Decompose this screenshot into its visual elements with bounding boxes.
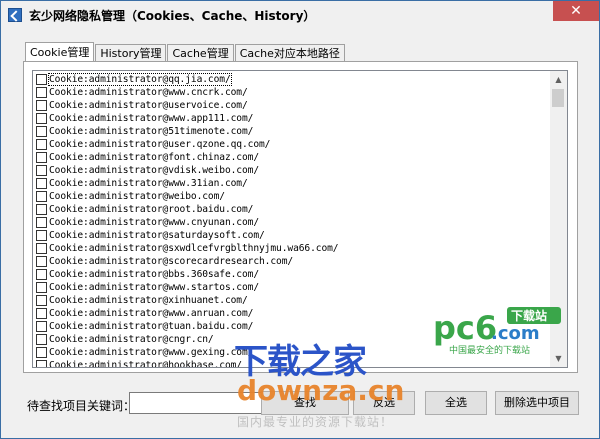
cookie-checkbox[interactable] <box>36 139 47 150</box>
downza-watermark-url: downza.cn <box>237 374 405 407</box>
cookie-checkbox[interactable] <box>36 165 47 176</box>
cookie-entry-text: Cookie:administrator@cngr.cn/ <box>49 334 214 345</box>
cookie-checkbox[interactable] <box>36 347 47 358</box>
cookie-row[interactable]: Cookie:administrator@scorecardresearch.c… <box>36 255 293 268</box>
cookie-row[interactable]: Cookie:administrator@www.31ian.com/ <box>36 177 248 190</box>
cookie-row[interactable]: Cookie:administrator@weibo.com/ <box>36 190 225 203</box>
cookie-entry-text: Cookie:administrator@uservoice.com/ <box>49 100 248 111</box>
search-label: 待查找项目关键词： <box>27 399 136 413</box>
cookie-row[interactable]: Cookie:administrator@www.gexing.com/ <box>36 346 253 359</box>
cookie-entry-text: Cookie:administrator@bbs.360safe.com/ <box>49 269 260 280</box>
cookie-entry-text: Cookie:administrator@sxwdlcefvrgblthnyjm… <box>49 243 339 254</box>
tab-cache[interactable]: Cache管理 <box>167 44 234 61</box>
tab-history[interactable]: History管理 <box>95 44 167 61</box>
cookie-entry-text: Cookie:administrator@saturdaysoft.com/ <box>49 230 265 241</box>
cookie-row[interactable]: Cookie:administrator@cngr.cn/ <box>36 333 214 346</box>
cookie-row[interactable]: Cookie:administrator@user.qzone.qq.com/ <box>36 138 270 151</box>
cookie-checkbox[interactable] <box>36 204 47 215</box>
cookie-entry-text: Cookie:administrator@www.startos.com/ <box>49 282 260 293</box>
close-button[interactable]: ✕ <box>553 1 599 21</box>
app-window: 玄少网络隐私管理（Cookies、Cache、History） ✕ Cookie… <box>0 0 600 439</box>
cookie-checkbox[interactable] <box>36 243 47 254</box>
cookie-entry-text: Cookie:administrator@user.qzone.qq.com/ <box>49 139 271 150</box>
pc6-badge-text: 下载站 <box>511 308 547 323</box>
cookie-checkbox[interactable] <box>36 178 47 189</box>
scroll-up-icon[interactable]: ▲ <box>550 71 567 88</box>
scroll-thumb[interactable] <box>552 89 564 107</box>
cookie-checkbox[interactable] <box>36 191 47 202</box>
cookie-entry-text: Cookie:administrator@51timenote.com/ <box>49 126 254 137</box>
cookie-entry-text: Cookie:administrator@www.cncrk.com/ <box>49 87 248 98</box>
tab-strip: Cookie管理 History管理 Cache管理 Cache对应本地路径 <box>25 42 346 62</box>
pc6-watermark-logo: pc6 .com 下载站 中国最安全的下载站 <box>433 307 561 356</box>
cookie-entry-text: Cookie:administrator@www.31ian.com/ <box>49 178 248 189</box>
cookie-checkbox[interactable] <box>36 282 47 293</box>
cookie-entry-text: Cookie:administrator@www.gexing.com/ <box>49 347 254 358</box>
cookie-entry-text: Cookie:administrator@www.cnyunan.com/ <box>49 217 260 228</box>
cookie-checkbox[interactable] <box>36 113 47 124</box>
cookie-checkbox[interactable] <box>36 321 47 332</box>
downza-watermark-tagline: 国内最专业的资源下载站！ <box>237 415 394 429</box>
cookie-checkbox[interactable] <box>36 308 47 319</box>
cookie-row[interactable]: Cookie:administrator@tuan.baidu.com/ <box>36 320 253 333</box>
cookie-row[interactable]: Cookie:administrator@root.baidu.com/ <box>36 203 253 216</box>
cookie-entry-text: Cookie:administrator@scorecardresearch.c… <box>49 256 294 267</box>
cookie-checkbox[interactable] <box>36 126 47 137</box>
cookie-row[interactable]: Cookie:administrator@saturdaysoft.com/ <box>36 229 265 242</box>
cookie-entry-text: Cookie:administrator@xinhuanet.com/ <box>49 295 248 306</box>
cookie-row[interactable]: Cookie:administrator@hookbase.com/ <box>36 359 242 368</box>
cookie-row[interactable]: Cookie:administrator@vdisk.weibo.com/ <box>36 164 259 177</box>
cookie-row[interactable]: Cookie:administrator@xinhuanet.com/ <box>36 294 248 307</box>
cookie-entry-text: Cookie:administrator@www.anruan.com/ <box>49 308 254 319</box>
cookie-row[interactable]: Cookie:administrator@bbs.360safe.com/ <box>36 268 259 281</box>
pc6-logo-sub: .com <box>491 323 540 344</box>
pc6-slogan: 中国最安全的下载站 <box>449 344 530 356</box>
delete-selected-button[interactable]: 删除选中项目 <box>495 391 579 415</box>
cookie-checkbox[interactable] <box>36 74 47 85</box>
window-title: 玄少网络隐私管理（Cookies、Cache、History） <box>29 9 316 23</box>
cookie-row[interactable]: Cookie:administrator@qq.jia.com/ <box>36 73 232 86</box>
tab-cookie[interactable]: Cookie管理 <box>25 42 95 61</box>
cookie-row[interactable]: Cookie:administrator@sxwdlcefvrgblthnyjm… <box>36 242 339 255</box>
cookie-entry-text: Cookie:administrator@vdisk.weibo.com/ <box>49 165 260 176</box>
cookie-row[interactable]: Cookie:administrator@www.app111.com/ <box>36 112 253 125</box>
cookie-entry-text: Cookie:administrator@root.baidu.com/ <box>49 204 254 215</box>
cookie-entry-text: Cookie:administrator@tuan.baidu.com/ <box>49 321 254 332</box>
cookie-entry-text: Cookie:administrator@www.app111.com/ <box>49 113 254 124</box>
cookie-checkbox[interactable] <box>36 100 47 111</box>
cookie-checkbox[interactable] <box>36 295 47 306</box>
cookie-checkbox[interactable] <box>36 360 47 367</box>
cookie-row[interactable]: Cookie:administrator@www.startos.com/ <box>36 281 259 294</box>
cookie-checkbox[interactable] <box>36 230 47 241</box>
cookie-row[interactable]: Cookie:administrator@www.anruan.com/ <box>36 307 253 320</box>
cookie-entry-text: Cookie:administrator@font.chinaz.com/ <box>49 152 260 163</box>
app-icon <box>8 8 22 22</box>
cookie-row[interactable]: Cookie:administrator@uservoice.com/ <box>36 99 248 112</box>
cookie-entry-text: Cookie:administrator@weibo.com/ <box>49 191 225 202</box>
cookie-row[interactable]: Cookie:administrator@51timenote.com/ <box>36 125 253 138</box>
cookie-checkbox[interactable] <box>36 334 47 345</box>
cookie-checkbox[interactable] <box>36 152 47 163</box>
cookie-checkbox[interactable] <box>36 217 47 228</box>
cookie-row[interactable]: Cookie:administrator@font.chinaz.com/ <box>36 151 259 164</box>
cookie-entry-text: Cookie:administrator@hookbase.com/ <box>49 360 242 368</box>
cookie-entry-text: Cookie:administrator@qq.jia.com/ <box>48 73 232 86</box>
cookie-checkbox[interactable] <box>36 87 47 98</box>
select-all-button[interactable]: 全选 <box>425 391 487 415</box>
cookie-checkbox[interactable] <box>36 269 47 280</box>
pc6-logo-text: pc6 <box>433 309 497 347</box>
cookie-row[interactable]: Cookie:administrator@www.cncrk.com/ <box>36 86 248 99</box>
tab-cache-local-path[interactable]: Cache对应本地路径 <box>234 44 345 61</box>
cookie-row[interactable]: Cookie:administrator@www.cnyunan.com/ <box>36 216 259 229</box>
cookie-checkbox[interactable] <box>36 256 47 267</box>
title-bar: 玄少网络隐私管理（Cookies、Cache、History） ✕ <box>1 1 599 29</box>
